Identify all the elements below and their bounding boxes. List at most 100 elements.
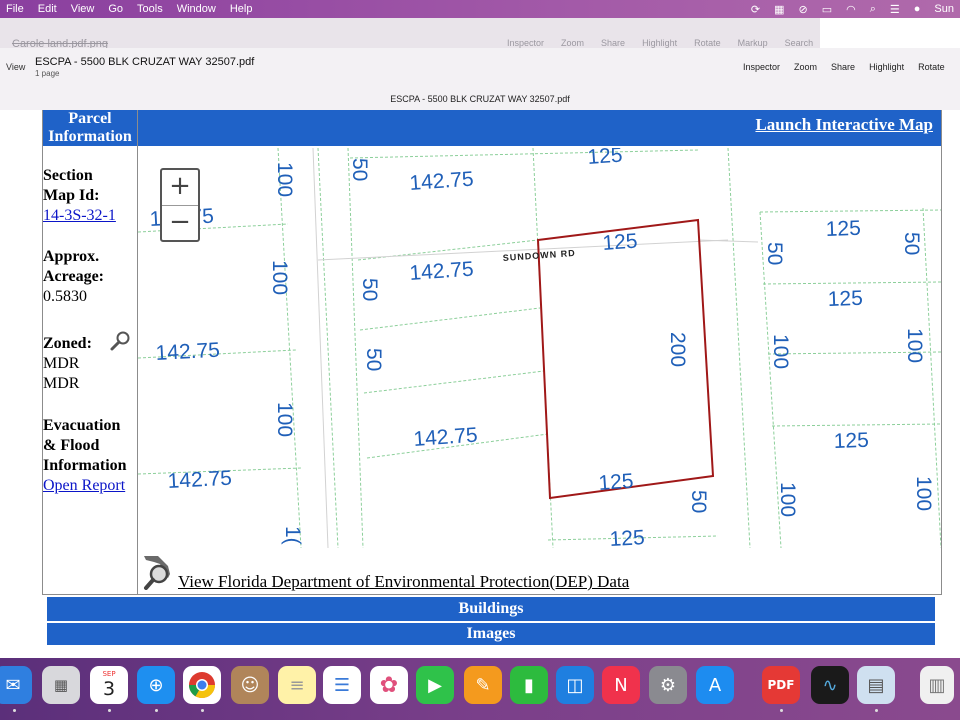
- dep-row: View Florida Department of Environmental…: [138, 550, 941, 594]
- zoned-value-2: MDR: [43, 375, 80, 392]
- menu-help[interactable]: Help: [230, 3, 253, 15]
- map-header: Launch Interactive Map: [138, 110, 941, 148]
- map-label: 125: [833, 429, 869, 453]
- reminders-icon[interactable]: ☰: [323, 666, 361, 704]
- numbers-icon[interactable]: ▮: [510, 666, 548, 704]
- notes-icon[interactable]: ≡: [278, 666, 316, 704]
- acreage-block: Approx. Acreage: 0.5830: [43, 247, 137, 307]
- section-label: Section: [43, 167, 93, 184]
- background-window[interactable]: Carole land.pdf.png Inspector Zoom Share…: [0, 18, 820, 50]
- map-id-label: Map Id:: [43, 187, 100, 204]
- menu-file[interactable]: File: [6, 3, 24, 15]
- map-label: 100: [268, 260, 291, 295]
- acreage-label2: Acreage:: [43, 268, 104, 285]
- evac-label1: Evacuation: [43, 417, 121, 434]
- pdf-page[interactable]: Parcel Information Section Map Id: 14-3S…: [0, 110, 960, 658]
- map-label: 50: [763, 242, 786, 265]
- florida-magnifier-icon[interactable]: [142, 552, 174, 590]
- dock: ✉ ▦ SEP 3 ⊕ ☺ ≡ ☰ ✿ ▶ ✎ ▮ ◫ N ⚙ A PDF ∿ …: [0, 664, 960, 712]
- section-map-id-link[interactable]: 14-3S-32-1: [43, 206, 137, 226]
- menu-tools[interactable]: Tools: [137, 3, 163, 15]
- calendar-day: 3: [102, 678, 116, 700]
- ghost-tool-search: Search: [784, 38, 814, 48]
- wifi-icon[interactable]: ◠: [846, 3, 856, 16]
- map-label: 100: [903, 328, 926, 363]
- map-label: 142.75: [413, 424, 479, 451]
- window-toolbar: View ESCPA - 5500 BLK CRUZAT WAY 32507.p…: [0, 48, 960, 111]
- evac-label2: & Flood: [43, 437, 100, 454]
- facetime-icon[interactable]: ▶: [416, 666, 454, 704]
- highlight-button[interactable]: Highlight: [869, 62, 904, 72]
- running-indicator: [780, 709, 783, 712]
- map-label: 100: [776, 482, 799, 517]
- keynote-icon[interactable]: ◫: [556, 666, 594, 704]
- section-map-id-block: Section Map Id: 14-3S-32-1: [43, 166, 137, 226]
- ghost-tool-rotate: Rotate: [694, 38, 721, 48]
- calendar-icon[interactable]: SEP 3: [90, 666, 128, 704]
- map-label: 100: [912, 476, 935, 511]
- dep-data-link[interactable]: View Florida Department of Environmental…: [178, 572, 629, 592]
- view-button[interactable]: View: [6, 62, 25, 72]
- parcel-sidebar: Parcel Information Section Map Id: 14-3S…: [43, 110, 138, 594]
- map-label: 125: [827, 287, 863, 311]
- pages-icon[interactable]: ✎: [464, 666, 502, 704]
- menu-window[interactable]: Window: [177, 3, 216, 15]
- clock[interactable]: Sun: [934, 3, 954, 15]
- menu-go[interactable]: Go: [108, 3, 123, 15]
- ghost-tool-inspector: Inspector: [507, 38, 545, 48]
- document-title: ESCPA - 5500 BLK CRUZAT WAY 32507.pdf: [390, 94, 570, 104]
- window-title: ESCPA - 5500 BLK CRUZAT WAY 32507.pdf: [35, 56, 255, 68]
- running-indicator: [13, 709, 16, 712]
- map-label: 200: [666, 332, 689, 367]
- map-label: 100: [273, 402, 296, 437]
- siri-icon[interactable]: ●: [914, 3, 921, 15]
- contacts-icon[interactable]: ☺: [231, 666, 269, 704]
- map-label: 142.75: [409, 168, 475, 195]
- battery-icon[interactable]: ▭: [822, 3, 832, 16]
- launchpad-icon[interactable]: ▦: [42, 666, 80, 704]
- chrome-icon[interactable]: [183, 666, 221, 704]
- share-button[interactable]: Share: [831, 62, 855, 72]
- stocks-icon[interactable]: ∿: [811, 666, 849, 704]
- ghost-tool-share: Share: [601, 38, 626, 48]
- map-label: 125: [825, 217, 861, 241]
- open-report-link[interactable]: Open Report: [43, 476, 137, 496]
- ghost-tool-zoom: Zoom: [561, 38, 585, 48]
- app-store-icon[interactable]: A: [696, 666, 734, 704]
- inspector-button[interactable]: Inspector: [743, 62, 780, 72]
- screen-record-icon[interactable]: ▦: [774, 3, 784, 16]
- zoom-out-button[interactable]: −: [162, 206, 198, 241]
- safari-icon[interactable]: ⊕: [137, 666, 175, 704]
- parcel-map[interactable]: 100 50 142.75 125 142.75 125 50 50 100 1…: [138, 148, 941, 548]
- launch-interactive-map-link[interactable]: Launch Interactive Map: [755, 115, 933, 135]
- map-label: 142.75: [409, 258, 475, 285]
- map-label: 50: [358, 278, 381, 301]
- control-center-icon[interactable]: ☰: [890, 3, 900, 16]
- menu-view[interactable]: View: [71, 3, 95, 15]
- running-indicator: [875, 709, 878, 712]
- sync-icon[interactable]: ⟳: [751, 3, 760, 16]
- preview-icon[interactable]: ▤: [857, 666, 895, 704]
- map-label: 125: [598, 470, 635, 495]
- system-preferences-icon[interactable]: ⚙: [649, 666, 687, 704]
- parcel-panel: Parcel Information Section Map Id: 14-3S…: [42, 110, 942, 595]
- parcel-info-header: Parcel Information: [43, 110, 137, 146]
- running-indicator: [201, 709, 204, 712]
- news-icon[interactable]: N: [602, 666, 640, 704]
- mute-icon[interactable]: ⊘: [798, 3, 807, 16]
- zoning-magnifier-icon[interactable]: [109, 330, 131, 352]
- images-section-bar[interactable]: Images: [47, 623, 935, 645]
- search-icon[interactable]: ⌕: [870, 3, 876, 16]
- running-indicator: [108, 709, 111, 712]
- photos-icon[interactable]: ✿: [370, 666, 408, 704]
- mail-icon[interactable]: ✉: [0, 666, 32, 704]
- zoom-button[interactable]: Zoom: [794, 62, 817, 72]
- menu-edit[interactable]: Edit: [38, 3, 57, 15]
- zoom-in-button[interactable]: +: [162, 170, 198, 206]
- pdf-expert-icon[interactable]: PDF: [762, 666, 800, 704]
- documents-icon[interactable]: ▥: [920, 666, 954, 704]
- rotate-button[interactable]: Rotate: [918, 62, 945, 72]
- map-label: 125: [609, 526, 645, 548]
- parcel-map-canvas: 100 50 142.75 125 142.75 125 50 50 100 1…: [138, 148, 941, 548]
- buildings-section-bar[interactable]: Buildings: [47, 597, 935, 621]
